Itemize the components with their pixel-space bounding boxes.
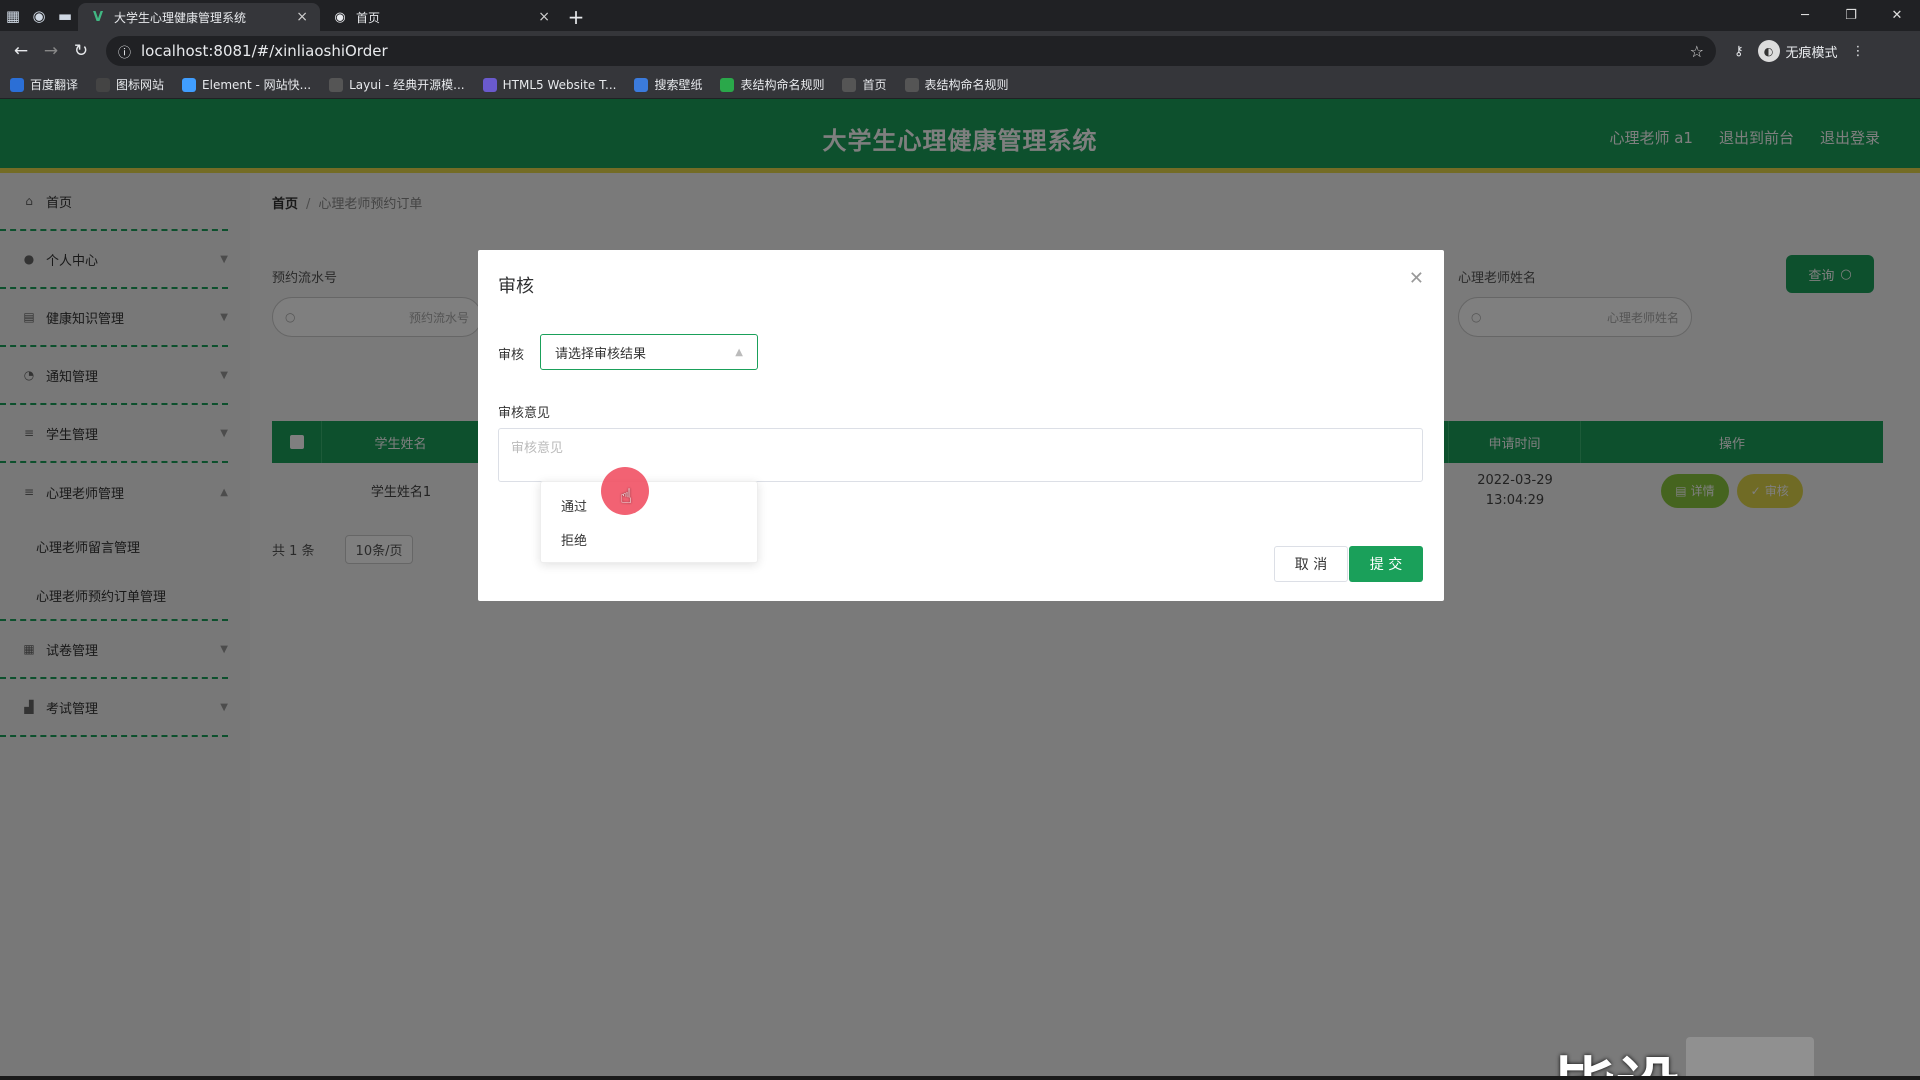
vue-icon: V: [92, 9, 104, 25]
opinion-placeholder: 审核意见: [511, 441, 564, 456]
bookmark-item[interactable]: Layui - 经典开源模...: [329, 76, 465, 93]
bookmark-label: HTML5 Website T...: [502, 77, 617, 92]
bookmark-icon: [634, 77, 649, 92]
bookmark-item[interactable]: HTML5 Website T...: [482, 77, 617, 92]
incognito-icon: ◐: [1757, 40, 1780, 62]
bookmark-label: 百度翻译: [30, 78, 79, 92]
bookmark-label: Element - 网站快...: [202, 78, 312, 92]
submit-button[interactable]: 提 交: [1349, 546, 1423, 582]
bookmark-label: 表结构命名规则: [924, 78, 1009, 92]
watermark-text: 毕设: [1552, 1037, 1680, 1076]
bookmark-item[interactable]: 首页: [842, 76, 887, 93]
incognito-badge[interactable]: ◐ 无痕模式: [1757, 40, 1838, 62]
menu-icon[interactable]: ⋮: [1852, 44, 1865, 59]
bookmark-label: Layui - 经典开源模...: [349, 78, 465, 92]
audit-result-select[interactable]: 请选择审核结果 ▲: [540, 334, 758, 370]
option-approve[interactable]: 通过: [541, 488, 757, 522]
globe-icon[interactable]: ◉: [26, 0, 52, 31]
close-icon[interactable]: ×: [296, 9, 308, 25]
star-icon[interactable]: ☆: [1690, 42, 1704, 61]
browser-tab[interactable]: ◉ 首页 ×: [320, 3, 562, 31]
bookmark-icon: [842, 77, 857, 92]
hand-cursor-icon: ☝: [620, 484, 633, 508]
restore-icon[interactable]: ❐: [1828, 0, 1874, 31]
bookmark-icon: [904, 77, 919, 92]
bookmark-item[interactable]: 表结构命名规则: [904, 76, 1009, 93]
watermark: 毕设: [1552, 1037, 1814, 1076]
bookmark-label: 表结构命名规则: [740, 78, 825, 92]
address-bar: ← → ↻ ⓘ localhost:8081/#/xinliaoshiOrder…: [0, 31, 1920, 71]
close-icon[interactable]: ✕: [1409, 268, 1424, 289]
back-icon[interactable]: ←: [6, 41, 36, 61]
bookmark-item[interactable]: 百度翻译: [10, 76, 78, 93]
bookmark-icon: [96, 77, 111, 92]
web-page: 大学生心理健康管理系统 心理老师 a1 退出到前台 退出登录 ⌂首页●个人中心▼…: [0, 99, 1920, 1076]
tab-title: 大学生心理健康管理系统: [114, 10, 247, 25]
chevron-up-icon: ▲: [735, 346, 743, 358]
audit-result-dropdown: 通过 拒绝: [540, 481, 758, 563]
tab-title: 首页: [356, 10, 381, 25]
close-icon[interactable]: ✕: [1874, 0, 1920, 31]
bookmark-icon: [720, 77, 735, 92]
window-icon[interactable]: ▬: [52, 0, 78, 31]
watermark-blur: [1686, 1037, 1814, 1076]
new-tab-button[interactable]: +: [562, 3, 590, 31]
cancel-button[interactable]: 取 消: [1274, 546, 1348, 582]
bookmark-item[interactable]: 表结构命名规则: [720, 76, 824, 93]
bookmark-label: 搜索壁纸: [654, 78, 703, 92]
key-icon[interactable]: ⚷: [1734, 44, 1744, 59]
window-controls: ─ ❐ ✕: [1782, 0, 1920, 31]
opinion-label: 审核意见: [498, 406, 551, 421]
bookmark-icon: [10, 77, 24, 92]
toolbar-right: ⚷ ◐ 无痕模式 ⋮: [1734, 40, 1865, 62]
globe-icon: ◉: [334, 9, 346, 25]
bookmark-icon: [182, 77, 197, 92]
screen: ▦ ◉ ▬ V 大学生心理健康管理系统 × ◉ 首页 × + ─ ❐ ✕ ← →…: [0, 0, 1920, 1080]
url-text: localhost:8081/#/xinliaoshiOrder: [141, 42, 388, 60]
forward-icon[interactable]: →: [36, 41, 66, 61]
dialog-title: 审核: [498, 276, 534, 297]
bookmarks-bar: 百度翻译 图标网站 Element - 网站快... Layui - 经典开源模...…: [0, 71, 1920, 99]
browser-tab-active[interactable]: V 大学生心理健康管理系统 ×: [78, 3, 320, 31]
reload-icon[interactable]: ↻: [66, 41, 96, 61]
minimize-icon[interactable]: ─: [1782, 0, 1828, 31]
option-reject[interactable]: 拒绝: [541, 522, 757, 556]
url-field[interactable]: ⓘ localhost:8081/#/xinliaoshiOrder ☆: [106, 36, 1716, 66]
info-icon: ⓘ: [118, 45, 132, 61]
bookmark-item[interactable]: 图标网站: [96, 76, 164, 93]
bookmark-label: 图标网站: [116, 78, 165, 92]
close-icon[interactable]: ×: [538, 9, 550, 25]
incognito-label: 无痕模式: [1785, 45, 1838, 61]
bookmark-item[interactable]: Element - 网站快...: [182, 76, 311, 93]
audit-label: 审核: [498, 348, 525, 363]
browser-tab-bar: ▦ ◉ ▬ V 大学生心理健康管理系统 × ◉ 首页 × + ─ ❐ ✕: [0, 0, 1920, 31]
bookmark-icon: [329, 77, 344, 92]
calendar-icon[interactable]: ▦: [0, 0, 26, 31]
bookmark-icon: [482, 77, 497, 92]
bookmark-item[interactable]: 搜索壁纸: [634, 76, 702, 93]
bookmark-label: 首页: [862, 78, 887, 92]
select-placeholder: 请选择审核结果: [555, 346, 647, 362]
